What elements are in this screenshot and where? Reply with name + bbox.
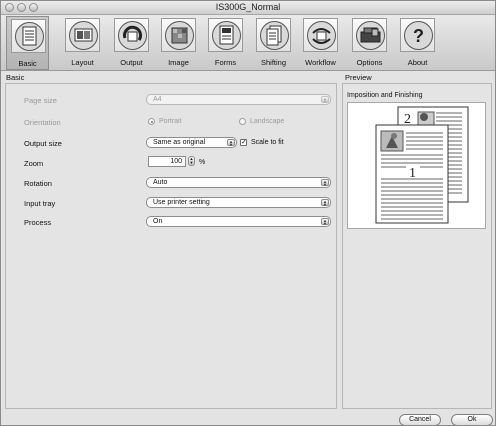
page-size-value: A4 (153, 96, 162, 103)
orientation-label: Orientation (24, 118, 61, 127)
tab-options[interactable]: Options (348, 16, 391, 70)
rotation-select[interactable]: Auto ▲ ▼ (146, 177, 331, 188)
tab-forms-label: Forms (214, 58, 237, 67)
tab-layout-label: Layout (71, 58, 94, 67)
tab-about[interactable]: ? About (396, 16, 439, 70)
zoom-stepper[interactable]: ▲ ▼ (188, 156, 195, 166)
zoom-input[interactable]: 100 (148, 156, 186, 167)
scale-to-fit-checkbox[interactable]: ✓ (240, 139, 247, 146)
tab-shifting-label: Shifting (260, 58, 287, 67)
tab-about-label: About (407, 58, 428, 67)
tab-forms[interactable]: Forms (204, 16, 247, 70)
chevron-up-down-icon: ▲ ▼ (321, 96, 329, 104)
page-size-select[interactable]: A4 ▲ ▼ (146, 94, 331, 105)
toolbar: Basic Layout Output Image Forms Shifting… (1, 15, 495, 71)
page-size-label: Page size (24, 96, 57, 105)
printer-settings-window: IS300G_Normal Basic Layout Output Image (0, 0, 496, 426)
process-select[interactable]: On ▲ ▼ (146, 216, 331, 227)
about-icon: ? (400, 18, 435, 52)
forms-icon (208, 18, 243, 52)
chevron-up-down-icon: ▲ ▼ (321, 179, 329, 187)
scale-to-fit-label: Scale to fit (251, 139, 284, 146)
process-label: Process (24, 218, 52, 227)
svg-text:?: ? (413, 26, 424, 46)
window-title: IS300G_Normal (215, 2, 281, 12)
tab-workflow[interactable]: Workflow (299, 16, 342, 70)
tab-shifting[interactable]: Shifting (252, 16, 295, 70)
cancel-button[interactable]: Cancel (399, 414, 441, 425)
basic-icon (11, 19, 46, 53)
chevron-up-down-icon: ▲ ▼ (227, 139, 235, 147)
imposition-preview: 2 1 (347, 102, 486, 229)
workflow-icon (303, 18, 338, 52)
chevron-up-down-icon: ▲ ▼ (321, 218, 329, 226)
tab-basic-label: Basic (18, 59, 37, 68)
input-tray-label: Input tray (24, 199, 56, 208)
tab-image[interactable]: Image (157, 16, 200, 70)
layout-icon (65, 18, 100, 52)
options-icon (352, 18, 387, 52)
process-value: On (153, 218, 163, 225)
tab-output[interactable]: Output (110, 16, 153, 70)
tab-workflow-label: Workflow (305, 58, 336, 67)
output-size-label: Output size (24, 139, 62, 148)
basic-settings-panel: Page size A4 ▲ ▼ Orientation Portrait Lan… (5, 83, 337, 409)
preview-title: Imposition and Finishing (347, 92, 423, 99)
tab-options-label: Options (356, 58, 383, 67)
portrait-radio[interactable] (148, 118, 155, 125)
preview-panel: Imposition and Finishing 2 1 (342, 83, 492, 409)
chevron-up-down-icon: ▲ ▼ (321, 199, 329, 207)
preview-section-title: Preview (345, 73, 372, 82)
landscape-radio-label: Landscape (250, 118, 285, 125)
input-tray-select[interactable]: Use printer setting ▲ ▼ (146, 197, 331, 208)
shifting-icon (256, 18, 291, 52)
title-bar: IS300G_Normal (1, 1, 495, 15)
zoom-label: Zoom (24, 159, 44, 168)
output-size-select[interactable]: Same as original ▲ ▼ (146, 137, 237, 148)
input-tray-value: Use printer setting (153, 199, 210, 206)
image-icon (161, 18, 196, 52)
output-icon (114, 18, 149, 52)
zoom-unit: % (199, 159, 206, 166)
landscape-radio[interactable] (239, 118, 246, 125)
rotation-label: Rotation (24, 179, 52, 188)
rotation-value: Auto (153, 179, 168, 186)
tab-image-label: Image (168, 58, 189, 67)
tab-output-label: Output (120, 58, 143, 67)
basic-section-title: Basic (6, 73, 25, 82)
imposition-preview-graphic: 2 1 (375, 106, 469, 224)
output-size-value: Same as original (153, 139, 206, 146)
portrait-radio-label: Portrait (159, 118, 182, 125)
ok-button[interactable]: Ok (451, 414, 493, 425)
tab-layout[interactable]: Layout (61, 16, 104, 70)
tab-basic[interactable]: Basic (6, 16, 49, 70)
